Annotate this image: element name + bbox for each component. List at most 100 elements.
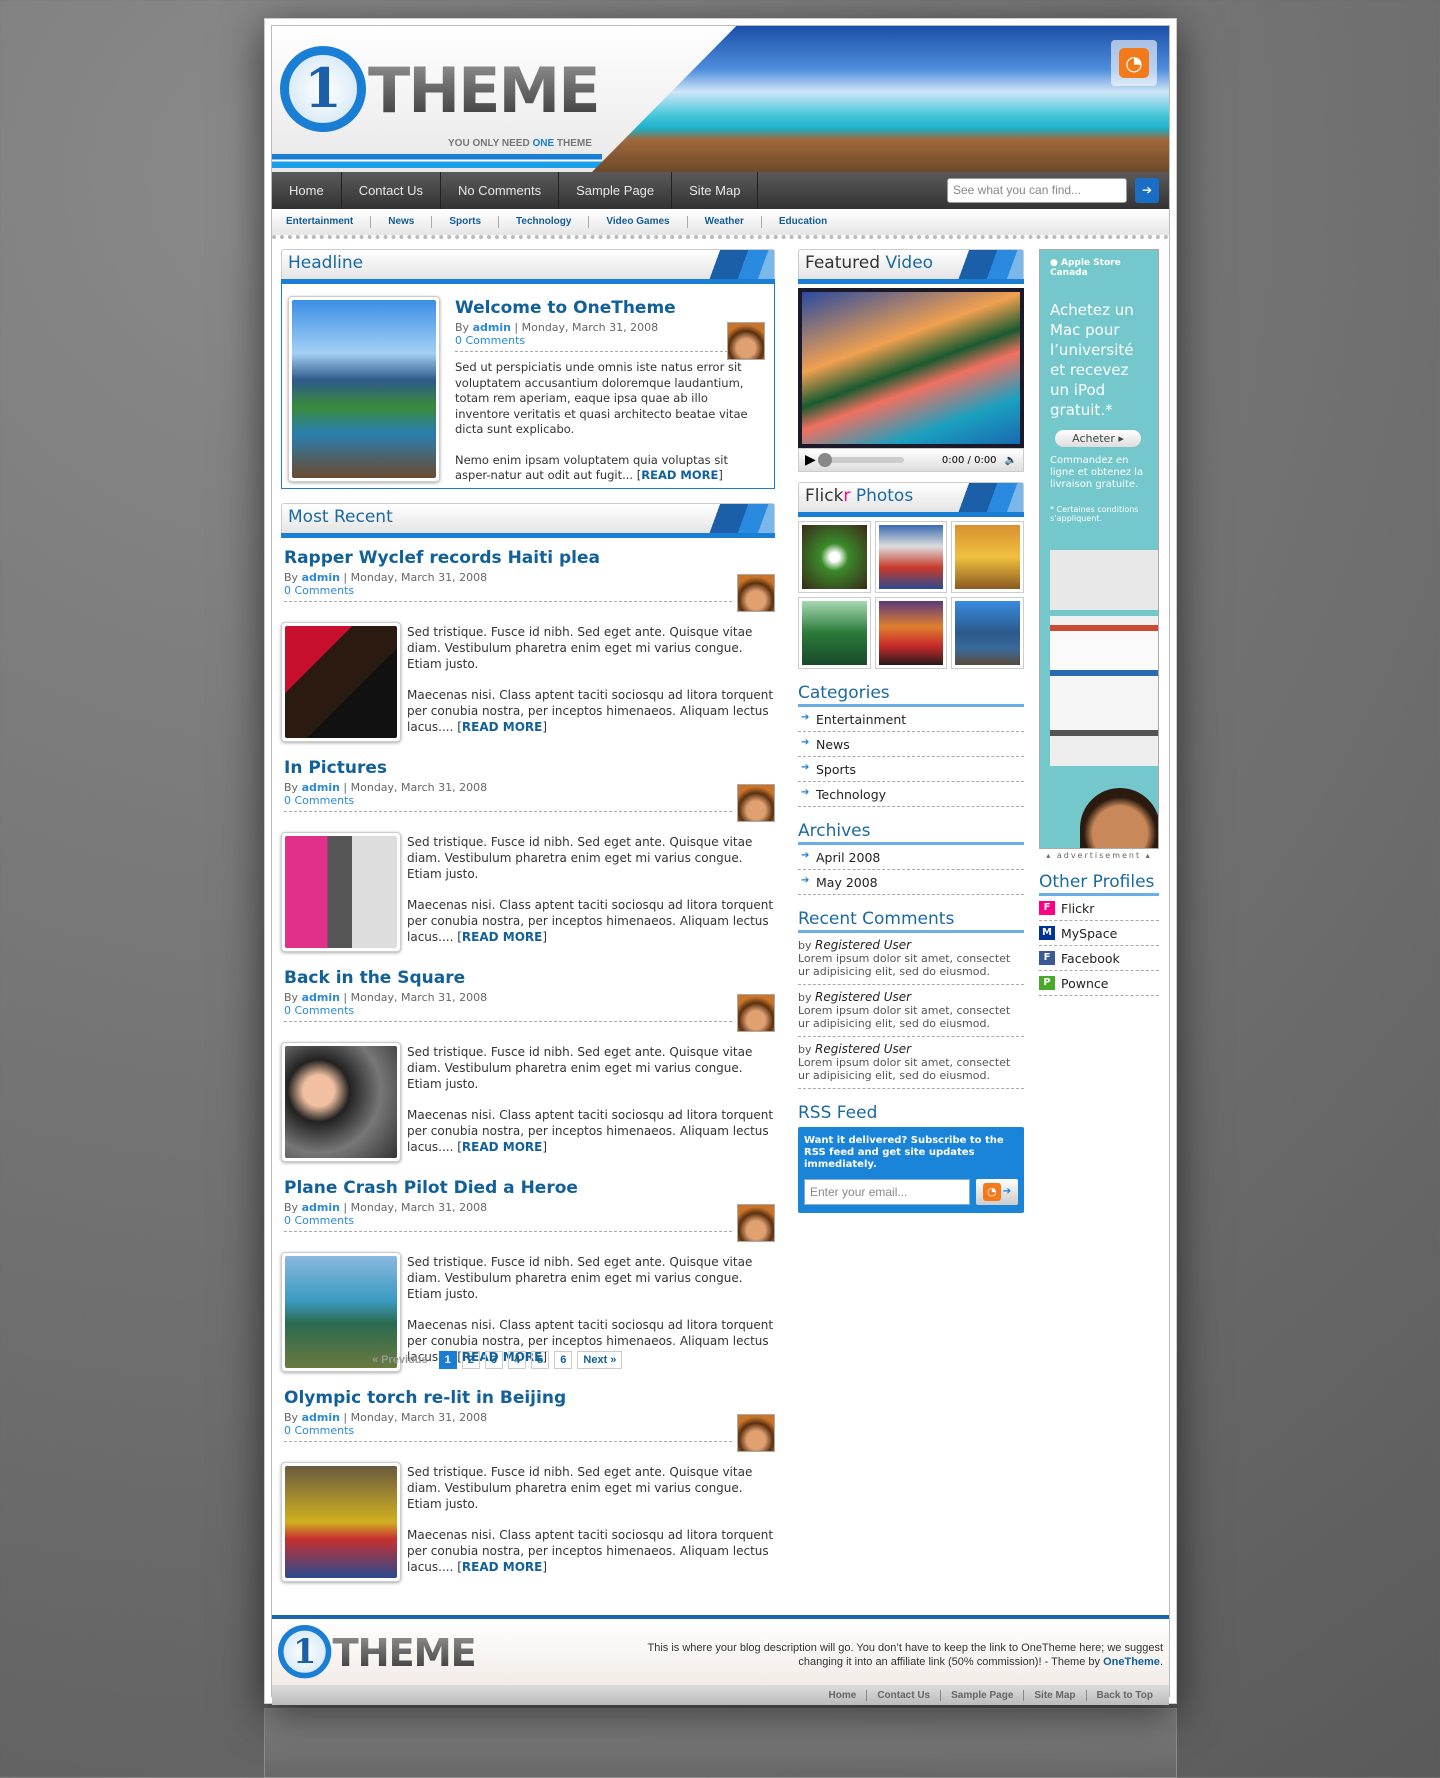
page-6[interactable]: 6 [554,1351,573,1369]
avatar [737,574,775,612]
archive-link[interactable]: April 2008 [798,845,1024,870]
subnav-education[interactable]: Education [779,216,844,228]
page-3[interactable]: 3 [484,1351,504,1369]
subnav-entertainment[interactable]: Entertainment [286,216,372,228]
post-item: Plane Crash Pilot Died a Heroe By admin … [281,1178,775,1378]
rss-icon: ◔ [1119,48,1149,78]
read-more-link[interactable]: READ MORE [462,1560,542,1574]
author-link[interactable]: admin [302,1201,340,1214]
comments-link[interactable]: 0 Comments [284,794,732,807]
read-more-link[interactable]: READ MORE [462,1140,542,1154]
subnav-sports[interactable]: Sports [449,216,500,228]
footer-site-map[interactable]: Site Map [1024,1689,1087,1701]
flickr-photo[interactable] [798,521,871,593]
rss-icon: ◔ [982,1183,1001,1201]
author-link[interactable]: admin [302,571,340,584]
flickr-photo[interactable] [951,597,1024,669]
headline-post: Welcome to OneTheme By admin | Monday, M… [281,284,775,489]
sidebar: Featured Video ▶ 0:00 / 0:00 🔈 Flickr Ph… [798,249,1024,1213]
page-2[interactable]: 2 [461,1351,480,1369]
page-5[interactable]: 5 [531,1351,550,1369]
recent-comment[interactable]: by Registered User Lorem ipsum dolor sit … [798,933,1024,985]
pagination-next[interactable]: Next » [577,1351,623,1369]
flickr-photo[interactable] [951,521,1024,593]
acheter-button[interactable]: Acheter ▸ [1055,430,1141,447]
subnav-technology[interactable]: Technology [516,216,590,228]
read-more-link[interactable]: READ MORE [641,468,718,482]
headline-image[interactable] [288,296,440,482]
profile-link[interactable]: P Pownce [1039,971,1159,996]
footer-description: This is where your blog description will… [647,1642,1163,1668]
profile-link[interactable]: M MySpace [1039,921,1159,946]
main-nav: Home Contact Us No Comments Sample Page … [272,172,1169,209]
nav-sample-page[interactable]: Sample Page [559,172,673,209]
post-title[interactable]: Welcome to OneTheme [455,298,676,318]
subscribe-button[interactable]: ◔ ➔ [976,1179,1018,1205]
post-item: In Pictures By admin | Monday, March 31,… [281,758,775,958]
post-thumbnail[interactable] [281,832,401,952]
post-title[interactable]: Olympic torch re-lit in Beijing [284,1388,732,1408]
read-more-link[interactable]: READ MORE [462,930,542,944]
search-input[interactable]: See what you can find... [947,178,1127,203]
author-link[interactable]: admin [302,781,340,794]
comments-link[interactable]: 0 Comments [455,334,733,347]
post-thumbnail[interactable] [281,1042,401,1162]
author-link[interactable]: admin [302,1411,340,1424]
category-link[interactable]: Entertainment [798,707,1024,732]
flickr-photo[interactable] [874,521,948,593]
author-link[interactable]: admin [473,321,511,334]
footer-sample-page[interactable]: Sample Page [941,1689,1025,1701]
archive-link[interactable]: May 2008 [798,870,1024,895]
subnav-video-games[interactable]: Video Games [606,216,688,228]
read-more-link[interactable]: READ MORE [462,720,542,734]
nav-site-map[interactable]: Site Map [672,172,759,209]
nav-contact-us[interactable]: Contact Us [342,172,441,209]
page-1[interactable]: 1 [438,1351,457,1369]
play-icon[interactable]: ▶ [805,452,816,468]
subnav-weather[interactable]: Weather [705,216,762,228]
post-title[interactable]: Plane Crash Pilot Died a Heroe [284,1178,732,1198]
recent-comment[interactable]: by Registered User Lorem ipsum dolor sit … [798,1037,1024,1089]
recent-comment[interactable]: by Registered User Lorem ipsum dolor sit … [798,985,1024,1037]
post-title[interactable]: Back in the Square [284,968,732,988]
email-input[interactable]: Enter your email... [804,1179,970,1205]
footer-logo[interactable]: 1 THEME [278,1625,483,1693]
onetheme-link[interactable]: OneTheme [1103,1656,1160,1668]
category-link[interactable]: Sports [798,757,1024,782]
rss-button[interactable]: ◔ [1111,40,1157,86]
post-title[interactable]: Rapper Wyclef records Haiti plea [284,548,732,568]
volume-icon[interactable]: 🔈 [1005,455,1017,466]
page-container: 1 THEME YOU ONLY NEED ONE THEME ◔ Home C… [264,18,1177,1705]
category-link[interactable]: Technology [798,782,1024,807]
post-title[interactable]: In Pictures [284,758,732,778]
search-button[interactable]: ➔ [1135,178,1159,203]
video-player[interactable] [798,288,1024,448]
profile-link[interactable]: F Flickr [1039,896,1159,921]
avatar [727,322,765,360]
comments-link[interactable]: 0 Comments [284,1004,732,1017]
advertisement-banner[interactable]: ● Apple Store Canada Achetez un Mac pour… [1039,249,1159,849]
subnav-news[interactable]: News [388,216,433,228]
site-logo[interactable]: 1 THEME YOU ONLY NEED ONE THEME [280,46,610,156]
nav-home[interactable]: Home [272,172,342,209]
video-progress-slider[interactable] [817,453,904,467]
footer-contact-us[interactable]: Contact Us [867,1689,942,1701]
author-link[interactable]: admin [302,991,340,1004]
comments-link[interactable]: 0 Comments [284,1424,732,1437]
page-4[interactable]: 4 [508,1351,527,1369]
category-link[interactable]: News [798,732,1024,757]
flickr-photo[interactable] [798,597,871,669]
comments-link[interactable]: 0 Comments [284,584,732,597]
nav-no-comments[interactable]: No Comments [441,172,560,209]
footer-home[interactable]: Home [819,1689,868,1701]
flickr-icon: F [1039,901,1055,915]
post-item: Olympic torch re-lit in Beijing By admin… [281,1388,775,1588]
video-controls: ▶ 0:00 / 0:00 🔈 [798,448,1024,472]
post-thumbnail[interactable] [281,1462,401,1582]
footer-back-to-top[interactable]: Back to Top [1087,1690,1163,1701]
recent-comments-title: Recent Comments [798,909,1024,933]
flickr-photo[interactable] [874,597,948,669]
comments-link[interactable]: 0 Comments [284,1214,732,1227]
profile-link[interactable]: F Facebook [1039,946,1159,971]
post-thumbnail[interactable] [281,622,401,742]
